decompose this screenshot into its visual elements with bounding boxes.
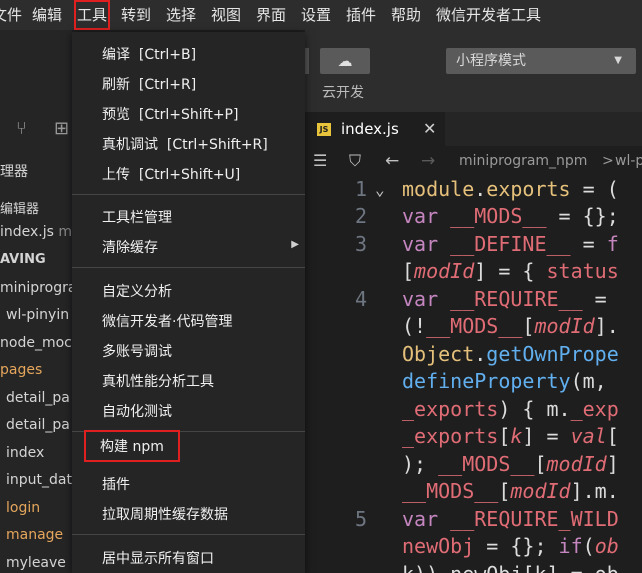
list-icon[interactable]: ☰ [313,146,327,176]
tree-item[interactable]: login [6,500,40,516]
code-line: [modId] = { status [402,259,619,283]
bookmark-icon[interactable]: ⛉ [349,146,361,176]
cloud-dev-button[interactable]: ☁ [320,48,370,74]
tools-menu: 编译 [Ctrl+B] 刷新 [Ctrl+R] 预览 [Ctrl+Shift+P… [72,32,305,573]
menu-item-custom-analysis[interactable]: 自定义分析 [102,281,172,301]
tree-item[interactable]: manage [6,527,63,543]
line-number: 5 [354,507,367,531]
chevron-down-icon: ▼ [614,55,622,66]
menu-bar: 文件 编辑 工具 转到 选择 视图 界面 设置 插件 帮助 微信开发者工具 [0,0,642,30]
chevron-down-icon[interactable]: ⌄ [375,176,385,203]
tree-item[interactable]: node_moc [0,335,72,351]
open-editor-index-js[interactable]: index.js m [0,224,72,240]
breadcrumb-path-2[interactable]: wl-pi [615,146,642,176]
line-number: 1 [354,177,367,201]
menu-item-clear-cache[interactable]: 清除缓存 ▶ [102,237,299,257]
menu-settings[interactable]: 设置 [301,0,331,30]
explorer-title: 理器 [0,164,28,180]
code-line: 4 var __REQUIRE__ = [305,286,642,313]
line-number: 3 [354,232,367,256]
menu-item-preview[interactable]: 预览 [Ctrl+Shift+P] [102,104,238,124]
mode-select[interactable]: 小程序模式 ▼ [446,48,636,74]
breadcrumb-path-1[interactable]: miniprogram_npm [459,146,587,176]
menu-interface[interactable]: 界面 [256,0,286,30]
editor-tab-index-js[interactable]: JS index.js ✕ [305,112,445,146]
menu-item-auto-test[interactable]: 自动化测试 [102,401,172,421]
code-line: __MODS__[modId].m. [402,479,619,503]
tree-item[interactable]: detail_pa [6,390,70,406]
tab-label: index.js [341,120,399,138]
menu-divider [72,194,305,195]
menu-item-performance[interactable]: 真机性能分析工具 [102,371,214,391]
menu-edit[interactable]: 编辑 [32,0,62,30]
toolbar-button-edge[interactable] [305,48,309,74]
menu-item-code-management[interactable]: 微信开发者·代码管理 [102,311,232,331]
menu-item-remote-debug[interactable]: 真机调试 [Ctrl+Shift+R] [102,134,268,154]
open-editors-label[interactable]: 编辑器 [0,198,39,217]
menu-plugins[interactable]: 插件 [346,0,376,30]
js-file-icon: JS [317,123,331,136]
menu-goto[interactable]: 转到 [121,0,151,30]
menu-item-upload[interactable]: 上传 [Ctrl+Shift+U] [102,164,240,184]
code-line: 1 ⌄ module.exports = ( [305,176,642,203]
open-file-name: index.js [0,224,54,240]
menu-divider [72,267,305,268]
tree-item[interactable]: wl-pinyin [6,307,69,323]
menu-item-center-windows[interactable]: 居中显示所有窗口 [102,548,214,568]
tree-item[interactable]: index [6,445,44,461]
line-number: 2 [354,204,367,228]
line-number: 4 [354,287,367,311]
submenu-arrow-icon: ▶ [291,239,299,250]
menu-view[interactable]: 视图 [211,0,241,30]
menu-item-periodic-cache[interactable]: 拉取周期性缓存数据 [102,504,228,524]
menu-item-compile[interactable]: 编译 [Ctrl+B] [102,44,196,64]
menu-help[interactable]: 帮助 [391,0,421,30]
source-control-icon[interactable]: ⑂ [16,118,27,139]
code-line: _exports) { m._exp [402,397,619,421]
code-line: 2 var __MODS__ = {}; [305,203,642,230]
cloud-icon: ☁ [337,52,353,70]
tree-item[interactable]: myleave [6,555,66,571]
open-file-suffix: m [58,224,73,240]
code-line: Object.getOwnPrope [402,342,619,366]
code-line: defineProperty(m, [402,369,607,393]
code-line: 3 var __DEFINE__ = f [305,231,642,258]
menu-item-multi-account[interactable]: 多账号调试 [102,341,172,361]
code-line: (!__MODS__[modId]. [402,314,619,338]
code-line: ); __MODS__[modId] [402,452,619,476]
code-line: 5 var __REQUIRE_WILD [305,506,642,533]
menu-file[interactable]: 文件 [0,0,22,30]
menu-item-build-npm[interactable]: 构建 npm [84,430,180,462]
tree-item[interactable]: miniprogra [0,280,76,296]
cloud-dev-label: 云开发 [322,85,364,101]
breadcrumb-separator: > [602,153,614,169]
code-line: _exports[k] = val[ [402,424,619,448]
menu-divider [72,534,305,535]
tree-item[interactable]: pages [0,362,42,378]
back-arrow-icon[interactable]: ← [385,146,399,176]
mode-select-value: 小程序模式 [456,53,526,69]
code-editor[interactable]: 1 ⌄ module.exports = ( 2 var __MODS__ = … [305,176,642,573]
explorer-panel: ⑂ ⊞ 理器 编辑器 index.js m AVING miniprogra w… [0,30,76,573]
menu-wechat-devtools[interactable]: 微信开发者工具 [436,0,541,30]
code-line: newObj = {}; if(ob [402,534,619,558]
tree-item[interactable]: detail_pa [6,417,70,433]
close-icon[interactable]: ✕ [423,112,436,146]
menu-item-toolbar-manage[interactable]: 工具栏管理 [102,207,172,227]
forward-arrow-icon[interactable]: → [421,146,435,176]
code-line: k)) newObj[k] = ob [305,561,642,573]
menu-select[interactable]: 选择 [166,0,196,30]
tree-item[interactable]: input_dat [6,472,72,488]
project-header[interactable]: AVING [0,252,46,267]
menu-item-refresh[interactable]: 刷新 [Ctrl+R] [102,74,196,94]
menu-tools[interactable]: 工具 [74,0,111,30]
extensions-icon[interactable]: ⊞ [54,118,69,139]
menu-item-plugins[interactable]: 插件 [102,474,130,494]
breadcrumb: ☰ ⛉ ← → miniprogram_npm > wl-pi [305,146,642,176]
